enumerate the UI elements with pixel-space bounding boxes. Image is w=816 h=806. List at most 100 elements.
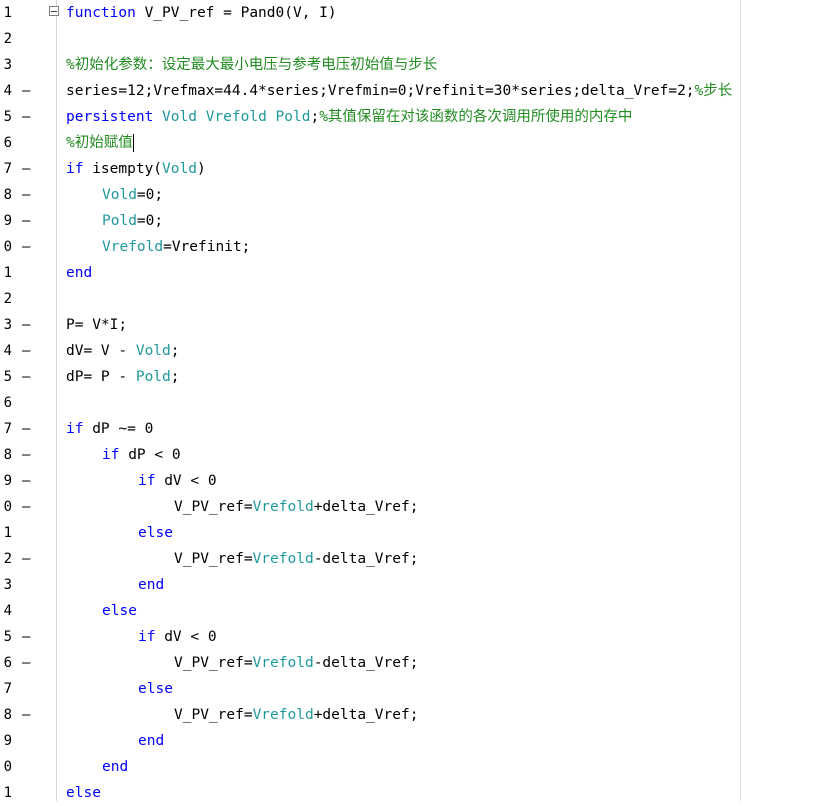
breakpoint-dash-marker[interactable]: — — [22, 338, 42, 364]
line-number: 6 — [3, 135, 12, 151]
code-line[interactable]: 0 end — [0, 754, 816, 780]
breakpoint-dash-marker[interactable]: — — [22, 156, 42, 182]
code-line[interactable]: 4 — series=12;Vrefmax=44.4*series;Vrefmin=… — [0, 78, 816, 104]
code-line[interactable]: 5 — persistent Vold Vrefold Pold;%其值保留在对该函… — [0, 104, 816, 130]
breakpoint-dash-marker[interactable]: — — [22, 416, 42, 442]
persistent-var-token: Vrefold — [102, 239, 164, 255]
persistent-var-token: Vold — [162, 161, 197, 177]
breakpoint-dash-marker[interactable]: — — [22, 624, 42, 650]
code-line[interactable]: 7 — if dP ~= 0 — [0, 416, 816, 442]
breakpoint-dash-marker[interactable]: — — [22, 546, 42, 572]
persistent-var-token: Vrefold — [252, 551, 314, 567]
code-text: Vrefold=Vrefinit; — [102, 234, 250, 260]
code-line[interactable]: 4 else — [0, 598, 816, 624]
code-line[interactable]: 6 %初始赋值 — [0, 130, 816, 156]
code-text: if dP ~= 0 — [66, 416, 153, 442]
code-text: if dV < 0 — [138, 468, 217, 494]
code-line[interactable]: 8 — V_PV_ref=Vrefold+delta_Vref; — [0, 702, 816, 728]
code-token: series=12;Vrefmax=44.4*series;Vrefmin=0;… — [66, 83, 695, 99]
persistent-var-token: Vold Vrefold Pold — [162, 109, 311, 125]
line-number: 7 — [3, 681, 12, 697]
code-token: =Vrefinit; — [163, 239, 251, 255]
code-text: V_PV_ref=Vrefold-delta_Vref; — [174, 546, 418, 572]
code-line[interactable]: 9 end — [0, 728, 816, 754]
fold-collapse-icon[interactable] — [49, 6, 59, 16]
code-text: V_PV_ref=Vrefold-delta_Vref; — [174, 650, 418, 676]
breakpoint-dash-marker[interactable]: — — [22, 312, 42, 338]
code-line[interactable]: 0 — V_PV_ref=Vrefold+delta_Vref; — [0, 494, 816, 520]
code-token: V_PV_ref= — [174, 707, 253, 723]
code-line[interactable]: 2 — V_PV_ref=Vrefold-delta_Vref; — [0, 546, 816, 572]
keyword-token: else — [66, 785, 101, 801]
code-line[interactable]: 2 — [0, 26, 816, 52]
line-number: 1 — [3, 265, 12, 281]
code-text: if dV < 0 — [138, 624, 217, 650]
persistent-var-token: Vold — [135, 343, 171, 359]
code-token: V_PV_ref= — [174, 499, 253, 515]
line-number: 1 — [3, 5, 12, 21]
code-line[interactable]: 1 function V_PV_ref = Pand0(V, I) — [0, 0, 816, 26]
code-line[interactable]: 2 — [0, 286, 816, 312]
code-line[interactable]: 6 — [0, 390, 816, 416]
keyword-token: persistent — [66, 109, 154, 125]
breakpoint-dash-marker[interactable]: — — [22, 364, 42, 390]
breakpoint-dash-marker[interactable]: — — [22, 650, 42, 676]
code-line[interactable]: 1 end — [0, 260, 816, 286]
code-line[interactable]: 1 else — [0, 780, 816, 806]
line-number: 4 — [3, 603, 12, 619]
persistent-var-token: Vrefold — [252, 655, 314, 671]
line-number: 2 — [3, 291, 12, 307]
keyword-token: if — [138, 629, 156, 645]
persistent-var-token: Pold — [135, 369, 171, 385]
code-line[interactable]: 3 end — [0, 572, 816, 598]
code-line[interactable]: 0 — Vrefold=Vrefinit; — [0, 234, 816, 260]
keyword-token: end — [66, 265, 93, 281]
code-line[interactable]: 5 — dP= P - Pold; — [0, 364, 816, 390]
breakpoint-dash-marker[interactable]: — — [22, 468, 42, 494]
code-token: ) — [196, 161, 206, 177]
breakpoint-dash-marker[interactable]: — — [22, 234, 42, 260]
code-text: %初始化参数：设定最大最小电压与参考电压初始值与步长 — [66, 52, 437, 78]
code-token: -delta_Vref; — [313, 551, 419, 567]
keyword-token: end — [138, 733, 165, 749]
breakpoint-dash-marker[interactable]: — — [22, 702, 42, 728]
code-text: else — [138, 676, 173, 702]
code-line[interactable]: 1 else — [0, 520, 816, 546]
code-line[interactable]: 9 — if dV < 0 — [0, 468, 816, 494]
comment-token: %初始赋值 — [66, 135, 133, 151]
code-token: V_PV_ref= — [174, 551, 253, 567]
breakpoint-dash-marker[interactable]: — — [22, 208, 42, 234]
breakpoint-dash-marker[interactable]: — — [22, 104, 42, 130]
code-line[interactable]: 9 — Pold=0; — [0, 208, 816, 234]
code-line[interactable]: 7 else — [0, 676, 816, 702]
code-line[interactable]: 8 — Vold=0; — [0, 182, 816, 208]
breakpoint-dash-marker[interactable]: — — [22, 442, 42, 468]
breakpoint-dash-marker[interactable]: — — [22, 78, 42, 104]
code-line[interactable]: 3 %初始化参数：设定最大最小电压与参考电压初始值与步长 — [0, 52, 816, 78]
line-number: 4 — [3, 83, 12, 99]
code-token: dP ~= 0 — [83, 421, 154, 437]
code-text: else — [102, 598, 137, 624]
code-text: dV= V - Vold; — [66, 338, 180, 364]
persistent-var-token: Pold — [102, 213, 137, 229]
line-number: 2 — [3, 31, 12, 47]
code-text: series=12;Vrefmax=44.4*series;Vrefmin=0;… — [66, 78, 732, 104]
code-line[interactable]: 3 — P= V*I; — [0, 312, 816, 338]
code-line[interactable]: 7 — if isempty(Vold) — [0, 156, 816, 182]
code-token: V_PV_ref = Pand0(V, I) — [135, 5, 337, 21]
comment-token: %步长 — [694, 83, 733, 99]
code-line[interactable]: 5 — if dV < 0 — [0, 624, 816, 650]
breakpoint-dash-marker[interactable]: — — [22, 494, 42, 520]
line-number: 6 — [3, 395, 12, 411]
code-token: dV < 0 — [155, 629, 217, 645]
line-number: 3 — [3, 317, 12, 333]
code-line[interactable]: 4 — dV= V - Vold; — [0, 338, 816, 364]
code-line[interactable]: 6 — V_PV_ref=Vrefold-delta_Vref; — [0, 650, 816, 676]
line-number: 3 — [3, 57, 12, 73]
keyword-token: if — [138, 473, 156, 489]
code-text: dP= P - Pold; — [66, 364, 180, 390]
breakpoint-dash-marker[interactable]: — — [22, 182, 42, 208]
code-line[interactable]: 8 — if dP < 0 — [0, 442, 816, 468]
persistent-var-token: Vrefold — [252, 707, 314, 723]
